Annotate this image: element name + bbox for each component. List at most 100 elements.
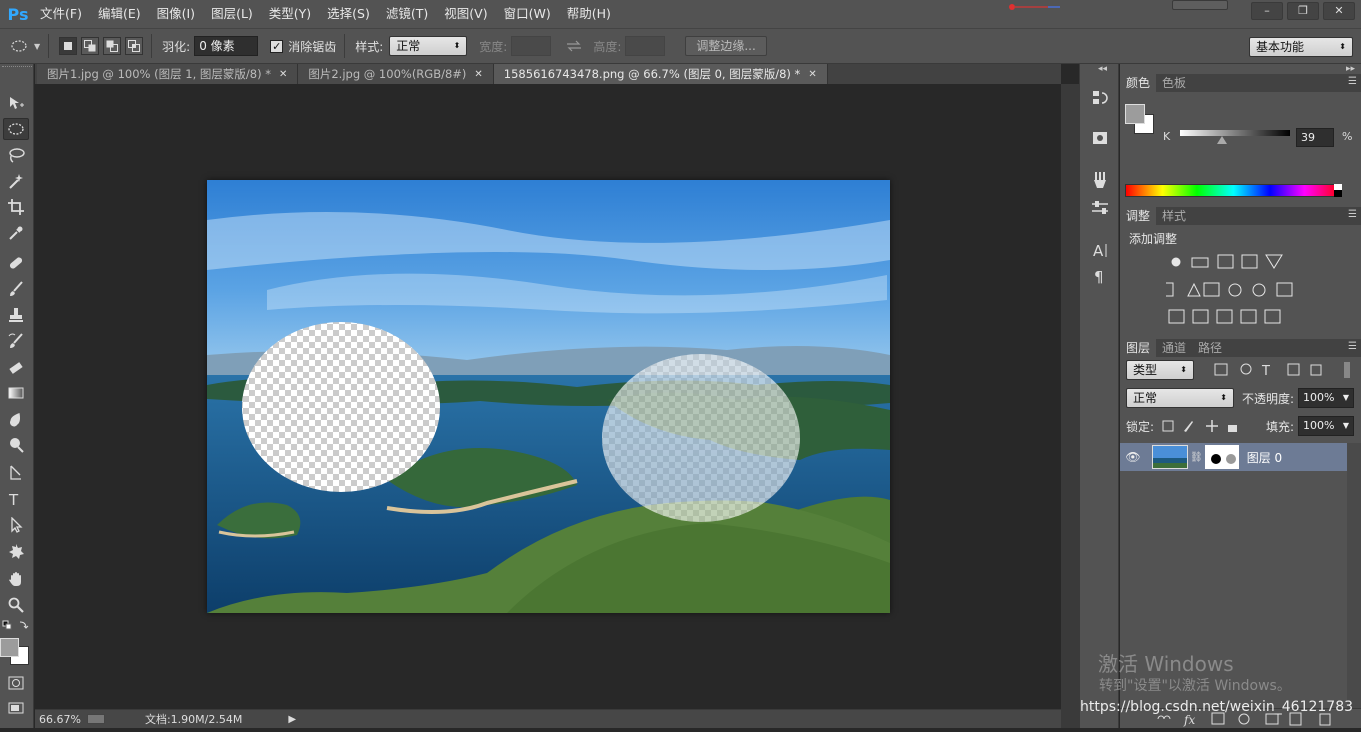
shape-filter-icon[interactable] xyxy=(1287,363,1300,376)
menu-filter[interactable]: 滤镜(T) xyxy=(378,0,436,28)
canvas-area[interactable] xyxy=(35,84,1061,709)
style-select[interactable]: 正常 ⬍ xyxy=(389,36,468,56)
new-selection-button[interactable] xyxy=(59,37,78,55)
lasso-tool[interactable] xyxy=(3,144,29,166)
clone-stamp-tool[interactable] xyxy=(3,304,29,326)
menu-file[interactable]: 文件(F) xyxy=(32,0,90,28)
add-selection-button[interactable] xyxy=(81,37,100,55)
eye-visibility-icon[interactable]: 👁 xyxy=(1120,450,1146,464)
layer-name[interactable]: 图层 0 xyxy=(1247,449,1282,466)
vibrance-icon[interactable] xyxy=(1265,254,1283,269)
swap-dimensions-icon[interactable] xyxy=(565,39,583,53)
width-input[interactable] xyxy=(511,36,552,56)
k-value-input[interactable]: 39 xyxy=(1296,128,1334,147)
intersect-selection-button[interactable] xyxy=(125,37,144,55)
feather-input[interactable]: 0 像素 xyxy=(194,36,259,56)
menu-type[interactable]: 类型(Y) xyxy=(261,0,319,28)
menu-edit[interactable]: 编辑(E) xyxy=(90,0,149,28)
new-group-icon[interactable] xyxy=(1265,713,1279,725)
screen-mode-button[interactable] xyxy=(3,698,29,720)
threshold-icon[interactable] xyxy=(1216,309,1233,324)
path-selection-tool[interactable] xyxy=(3,514,29,536)
filter-toggle[interactable] xyxy=(1344,362,1350,378)
gradient-map-icon[interactable] xyxy=(1240,309,1257,324)
brush-panel-icon[interactable] xyxy=(1089,198,1111,218)
levels-icon[interactable] xyxy=(1191,257,1209,268)
workspace-select[interactable]: 基本功能 ⬍ xyxy=(1249,37,1353,57)
panel-menu-icon[interactable]: ☰ xyxy=(1348,76,1357,87)
tab-swatches[interactable]: 色板 xyxy=(1156,74,1192,92)
tab-adjustments[interactable]: 调整 xyxy=(1120,207,1157,225)
brush-tool[interactable] xyxy=(3,278,29,300)
brush-presets-icon[interactable] xyxy=(1089,170,1111,190)
pen-tool[interactable] xyxy=(3,462,29,484)
layers-scrollbar[interactable] xyxy=(1347,443,1361,713)
delete-layer-icon[interactable] xyxy=(1319,713,1331,726)
tab-image1[interactable]: 图片1.jpg @ 100% (图层 1, 图层蒙版/8) * ✕ xyxy=(37,64,299,84)
hand-tool[interactable] xyxy=(3,568,29,590)
k-slider-track[interactable] xyxy=(1180,130,1290,136)
layer-mask-thumbnail[interactable] xyxy=(1204,445,1239,469)
quick-mask-button[interactable] xyxy=(3,672,29,694)
elliptical-marquee-tool[interactable] xyxy=(3,118,29,140)
chain-link-icon[interactable]: ⛓ xyxy=(1190,452,1203,463)
eraser-tool[interactable] xyxy=(3,356,29,378)
new-adjustment-icon[interactable] xyxy=(1238,713,1250,725)
dodge-tool[interactable] xyxy=(3,434,29,456)
tab-styles[interactable]: 样式 xyxy=(1156,207,1192,225)
color-lookup-icon[interactable] xyxy=(1276,282,1293,297)
adjustment-filter-icon[interactable] xyxy=(1240,363,1252,375)
close-icon[interactable]: ✕ xyxy=(279,69,287,80)
slider-thumb-icon[interactable] xyxy=(1217,136,1227,144)
menu-select[interactable]: 选择(S) xyxy=(319,0,378,28)
restore-button[interactable]: ❐ xyxy=(1287,2,1319,20)
photo-filter-icon[interactable] xyxy=(1228,283,1242,297)
height-input[interactable] xyxy=(625,36,666,56)
crop-tool[interactable] xyxy=(3,196,29,218)
zoom-tool[interactable] xyxy=(3,594,29,616)
opacity-input[interactable]: 100% ▼ xyxy=(1298,388,1354,408)
lock-transparent-icon[interactable] xyxy=(1162,420,1174,432)
collapse-arrows-icon[interactable]: ▸▸ xyxy=(1346,64,1355,74)
close-button[interactable]: ✕ xyxy=(1323,2,1355,20)
tab-image2[interactable]: 图片2.jpg @ 100%(RGB/8#) ✕ xyxy=(298,64,494,84)
tool-preset-picker[interactable]: ▼ xyxy=(10,39,40,53)
magic-wand-tool[interactable] xyxy=(3,170,29,192)
menu-view[interactable]: 视图(V) xyxy=(436,0,495,28)
panel-menu-icon[interactable]: ☰ xyxy=(1348,209,1357,220)
menu-help[interactable]: 帮助(H) xyxy=(559,0,619,28)
history-brush-tool[interactable] xyxy=(3,330,29,352)
refine-edge-button[interactable]: 调整边缘... xyxy=(685,36,767,56)
custom-shape-tool[interactable] xyxy=(3,540,29,562)
fill-input[interactable]: 100% ▼ xyxy=(1298,416,1354,436)
move-tool[interactable] xyxy=(3,92,29,114)
subtract-selection-button[interactable] xyxy=(103,37,122,55)
foreground-color-swatch[interactable] xyxy=(1125,104,1145,124)
tab-layers[interactable]: 图层 xyxy=(1120,339,1157,357)
blur-tool[interactable] xyxy=(3,408,29,430)
gradient-tool[interactable] xyxy=(3,382,29,404)
brightness-contrast-icon[interactable] xyxy=(1171,257,1181,267)
collapse-arrows-icon[interactable]: ◂◂ xyxy=(1098,64,1107,74)
channel-mixer-icon[interactable] xyxy=(1252,283,1266,297)
layer-filter-select[interactable]: 类型 ⬍ xyxy=(1126,360,1194,380)
default-swap-colors-icon[interactable] xyxy=(2,620,32,634)
layer-row[interactable]: 👁 ⛓ 图层 0 xyxy=(1120,443,1347,471)
status-menu-arrow-icon[interactable]: ▶ xyxy=(288,714,296,725)
close-icon[interactable]: ✕ xyxy=(474,69,482,80)
blend-mode-select[interactable]: 正常 ⬍ xyxy=(1126,388,1234,408)
curves-icon[interactable] xyxy=(1217,254,1234,269)
type-tool[interactable]: T xyxy=(3,488,29,510)
history-panel-icon[interactable] xyxy=(1089,88,1111,108)
link-layers-icon[interactable] xyxy=(1157,715,1171,720)
tab-channels[interactable]: 通道 xyxy=(1156,339,1192,357)
panel-grip[interactable] xyxy=(2,66,32,72)
minimize-button[interactable]: – xyxy=(1251,2,1283,20)
color-balance-icon[interactable] xyxy=(1187,282,1201,297)
tab-color[interactable]: 颜色 xyxy=(1120,74,1157,92)
black-swatch[interactable] xyxy=(1334,190,1342,197)
menu-image[interactable]: 图像(I) xyxy=(149,0,203,28)
healing-brush-tool[interactable] xyxy=(3,252,29,274)
posterize-icon[interactable] xyxy=(1192,309,1209,324)
paragraph-panel-icon[interactable]: ¶ xyxy=(1089,266,1111,286)
